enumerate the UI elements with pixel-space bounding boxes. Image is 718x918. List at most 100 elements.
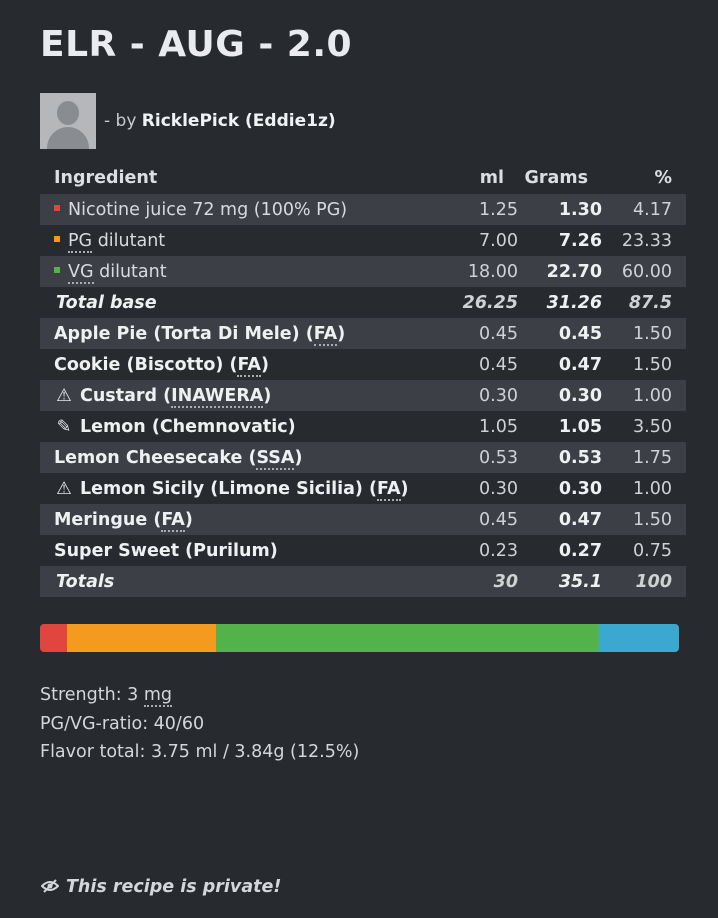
flavor-suffix: )	[400, 478, 409, 499]
ml-value: 26.25	[462, 292, 518, 313]
ingredient-abbr: PG	[68, 230, 93, 253]
table-row: ✎ Lemon (Chemnovatic) 1.05 1.05 3.50	[40, 411, 686, 442]
ml-value: 1.05	[479, 416, 518, 437]
percent-value: 3.50	[633, 416, 672, 437]
ratio-segment-pg	[66, 624, 216, 652]
private-notice: This recipe is private!	[40, 877, 281, 897]
flavor-link[interactable]: Meringue (FA)	[54, 509, 193, 532]
recipe-table: Ingredient ml Grams % Nicotine juice 72 …	[40, 162, 686, 597]
ml-value: 0.23	[479, 540, 518, 561]
grams-value: 1.05	[558, 416, 602, 437]
flavor-link[interactable]: Lemon Sicily (Limone Sicilia) (FA)	[80, 478, 409, 501]
header-percent: %	[654, 168, 672, 188]
table-header-row: Ingredient ml Grams %	[40, 162, 686, 194]
percent-value: 1.00	[602, 380, 686, 411]
flavor-cell: ⚠ Lemon Sicily (Limone Sicilia) (FA)	[40, 473, 448, 504]
grams-value: 0.30	[518, 380, 602, 411]
flavor-cell: ✎ Lemon (Chemnovatic)	[40, 411, 448, 442]
ingredient-name: dilutant	[92, 230, 166, 251]
avatar[interactable]	[40, 93, 96, 149]
flavor-name: Lemon Cheesecake (	[54, 447, 257, 468]
flavor-link[interactable]: Lemon Cheesecake (SSA)	[54, 447, 303, 470]
warning-icon: ⚠	[56, 478, 72, 499]
percent-value: 1.50	[633, 354, 672, 375]
totals-label: Totals	[40, 566, 448, 597]
flavor-link[interactable]: Apple Pie (Torta Di Mele) (FA)	[54, 323, 346, 346]
totals-row: Totals 30 35.1 100	[40, 566, 686, 597]
ml-value: 0.30	[479, 478, 518, 499]
flavor-suffix: )	[337, 323, 346, 344]
flavor-suffix: )	[294, 447, 303, 468]
table-row: Apple Pie (Torta Di Mele) (FA) 0.45 0.45 1.…	[40, 318, 686, 349]
ratio-segment-nicotine	[40, 624, 67, 652]
warning-icon: ⚠	[56, 385, 72, 406]
flavor-suffix: )	[263, 385, 272, 406]
table-row: PG dilutant 7.00 7.26 23.33	[40, 225, 686, 256]
ingredient-name: dilutant	[93, 261, 167, 282]
flavor-name: Lemon (Chemnovatic)	[80, 416, 296, 437]
author-link[interactable]: RicklePick (Eddie1z)	[142, 111, 336, 131]
percent-value: 1.50	[602, 318, 686, 349]
flavor-cell: Super Sweet (Purilum)	[40, 535, 448, 566]
header-grams: Grams	[524, 168, 588, 188]
ml-value: 1.25	[448, 194, 518, 225]
total-base-row: Total base 26.25 31.26 87.5	[40, 287, 686, 318]
avatar-shoulders-shape	[47, 127, 89, 149]
vendor-abbr: SSA	[256, 447, 295, 470]
table-row: Nicotine juice 72 mg (100% PG) 1.25 1.30 4.…	[40, 194, 686, 225]
vendor-abbr: INAWERA	[171, 385, 264, 408]
flavor-link[interactable]: Cookie (Biscotto) (FA)	[54, 354, 269, 377]
percent-value: 0.75	[633, 540, 672, 561]
flavor-suffix: )	[260, 354, 269, 375]
grams-value: 0.45	[518, 318, 602, 349]
total-base-label: Total base	[56, 292, 157, 313]
grams-value: 0.53	[518, 442, 602, 473]
recipe-title: ELR - AUG - 2.0	[40, 24, 353, 65]
ml-value: 0.53	[448, 442, 518, 473]
flavor-link[interactable]: Super Sweet (Purilum)	[54, 541, 278, 561]
ratio-segment-flavor	[599, 624, 679, 652]
table-row: Super Sweet (Purilum) 0.23 0.27 0.75	[40, 535, 686, 566]
flavor-cell: Cookie (Biscotto) (FA)	[40, 349, 448, 380]
grams-value: 22.70	[518, 256, 602, 287]
by-prefix: - by	[104, 111, 137, 131]
ingredient-cell: PG dilutant	[40, 225, 448, 256]
recipe-stats: Strength: 3 mg PG/VG-ratio: 40/60 Flavor…	[40, 681, 359, 767]
strength-text: Strength: 3	[40, 685, 144, 705]
flavor-cell: Meringue (FA)	[40, 504, 448, 535]
eye-slash-icon	[40, 877, 60, 897]
color-swatch	[54, 204, 60, 211]
ml-value: 0.45	[479, 354, 518, 375]
percent-value: 100	[602, 566, 686, 597]
ml-value: 0.30	[448, 380, 518, 411]
color-swatch	[54, 235, 60, 242]
grams-value: 0.30	[558, 478, 602, 499]
vendor-abbr: FA	[377, 478, 401, 501]
grams-value: 35.1	[518, 566, 602, 597]
flavor-link[interactable]: Lemon (Chemnovatic)	[80, 417, 296, 437]
flavor-name: Apple Pie (Torta Di Mele) (	[54, 323, 314, 344]
table-row: VG dilutant 18.00 22.70 60.00	[40, 256, 686, 287]
ml-value: 0.45	[448, 318, 518, 349]
percent-value: 87.5	[628, 292, 672, 313]
flavor-name: Custard (	[80, 385, 172, 406]
table-row: Cookie (Biscotto) (FA) 0.45 0.47 1.50	[40, 349, 686, 380]
flavor-name: Cookie (Biscotto) (	[54, 354, 238, 375]
percent-value: 23.33	[621, 230, 672, 251]
recipe-table-body: Nicotine juice 72 mg (100% PG) 1.25 1.30 4.…	[40, 194, 686, 597]
flavor-cell: Apple Pie (Torta Di Mele) (FA)	[40, 318, 448, 349]
byline: - by RicklePick (Eddie1z)	[104, 111, 336, 131]
private-text: This recipe is private!	[66, 877, 282, 897]
grams-value: 7.26	[558, 230, 602, 251]
flavor-link[interactable]: Custard (INAWERA)	[80, 385, 272, 408]
flavor-name: Super Sweet (Purilum)	[54, 540, 278, 561]
grams-value: 31.26	[546, 292, 602, 313]
table-row: Lemon Cheesecake (SSA) 0.53 0.53 1.75	[40, 442, 686, 473]
grams-value: 0.47	[558, 354, 602, 375]
grams-value: 0.27	[558, 540, 602, 561]
flavor-cell: Lemon Cheesecake (SSA)	[40, 442, 448, 473]
flavor-total-line: Flavor total: 3.75 ml / 3.84g (12.5%)	[40, 742, 360, 762]
vendor-abbr: FA	[161, 509, 185, 532]
author-line: - by RicklePick (Eddie1z)	[40, 93, 336, 149]
header-ml: ml	[479, 168, 504, 188]
